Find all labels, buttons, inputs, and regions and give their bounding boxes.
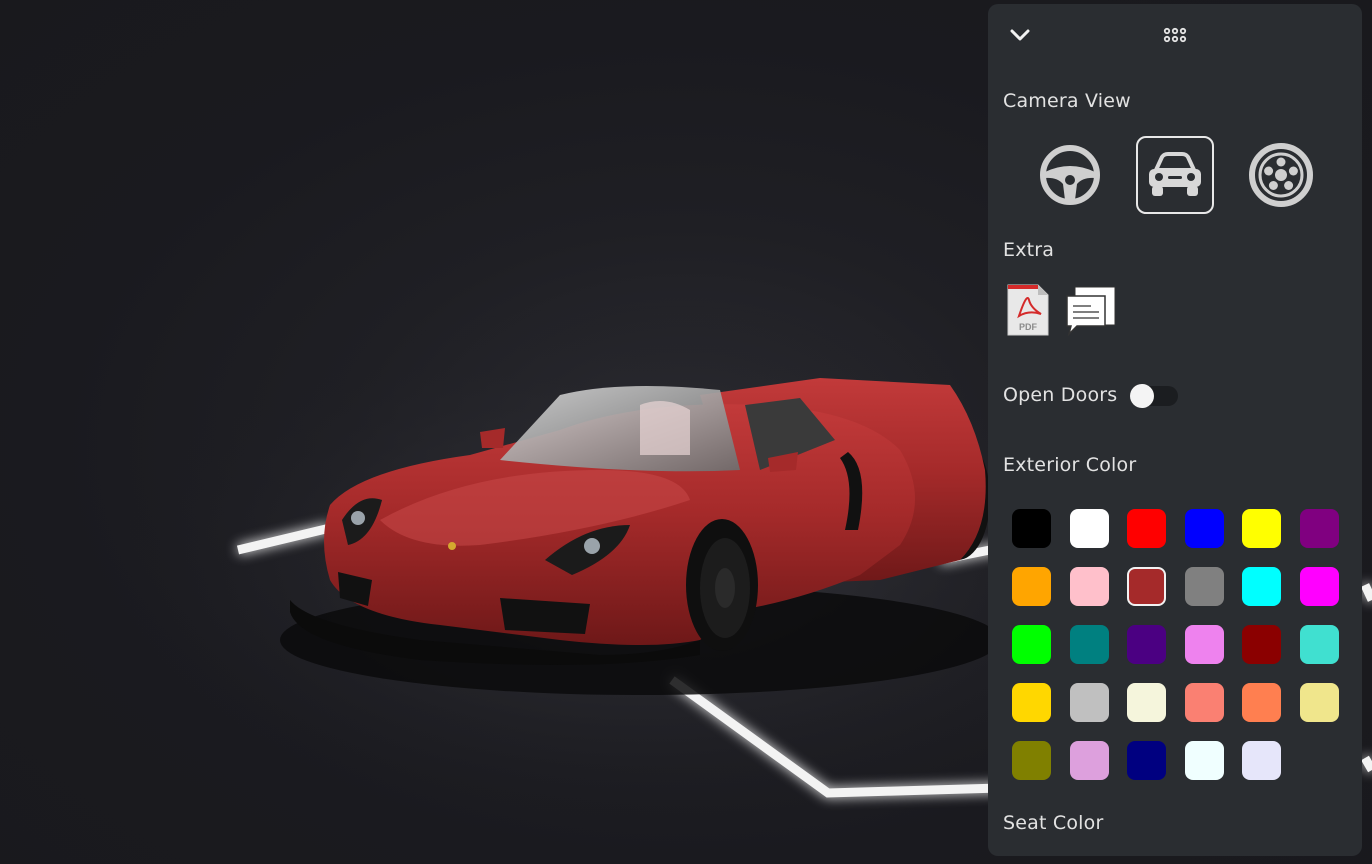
camera-view-steering-wheel-button[interactable] [1031,136,1109,214]
color-swatch[interactable] [1069,567,1109,606]
color-swatch[interactable] [1242,509,1281,548]
pdf-download-button[interactable]: PDF [1007,284,1049,340]
color-swatch[interactable] [1184,625,1224,664]
color-swatch[interactable] [1127,625,1166,664]
seat-color-title: Seat Color [1003,812,1104,834]
chat-comments-button[interactable] [1065,284,1117,340]
color-swatch[interactable] [1184,509,1224,548]
color-swatch[interactable] [1012,625,1051,664]
color-swatch[interactable] [1012,509,1051,548]
color-swatch[interactable] [1069,625,1109,664]
open-doors-toggle[interactable] [1130,384,1178,408]
color-swatch[interactable] [1184,567,1224,606]
wheel-rim-icon [1249,143,1313,207]
chat-comments-icon [1066,286,1116,337]
color-swatch[interactable] [1242,567,1281,606]
color-swatch[interactable] [1184,741,1224,780]
color-swatch[interactable] [1012,741,1051,780]
color-swatch[interactable] [1299,509,1339,548]
camera-view-wheel-button[interactable] [1242,136,1320,214]
color-swatch[interactable] [1127,509,1166,548]
configurator-panel: Camera View Extra PDF Open Doors Exterio… [988,4,1362,856]
color-swatch[interactable] [1299,567,1339,606]
drag-handle[interactable] [1162,26,1190,46]
chevron-down-icon [1010,29,1030,41]
color-swatch[interactable] [1299,683,1339,722]
color-swatch[interactable] [1242,625,1281,664]
color-swatch[interactable] [1127,567,1166,606]
camera-view-car-front-button[interactable] [1136,136,1214,214]
pdf-document-icon: PDF [1007,284,1049,336]
color-swatch[interactable] [1127,741,1166,780]
color-swatch[interactable] [1069,741,1109,780]
panel-header [988,4,1362,68]
color-swatch[interactable] [1069,683,1109,722]
extra-title: Extra [1003,239,1055,261]
collapse-panel-button[interactable] [1008,26,1032,46]
color-swatch[interactable] [1242,741,1281,780]
grip-dots-icon [1163,27,1187,43]
color-swatch[interactable] [1242,683,1281,722]
open-doors-label: Open Doors [1003,384,1118,406]
color-swatch[interactable] [1069,509,1109,548]
color-swatch[interactable] [1012,567,1051,606]
steering-wheel-icon [1040,145,1100,205]
color-swatch[interactable] [1184,683,1224,722]
color-swatch[interactable] [1012,683,1051,722]
exterior-color-title: Exterior Color [1003,454,1137,476]
color-swatch[interactable] [1127,683,1166,722]
camera-view-title: Camera View [1003,90,1131,112]
color-swatch[interactable] [1299,625,1339,664]
toggle-knob [1130,384,1154,408]
car-front-icon [1149,152,1201,196]
pdf-label: PDF [1019,322,1038,332]
